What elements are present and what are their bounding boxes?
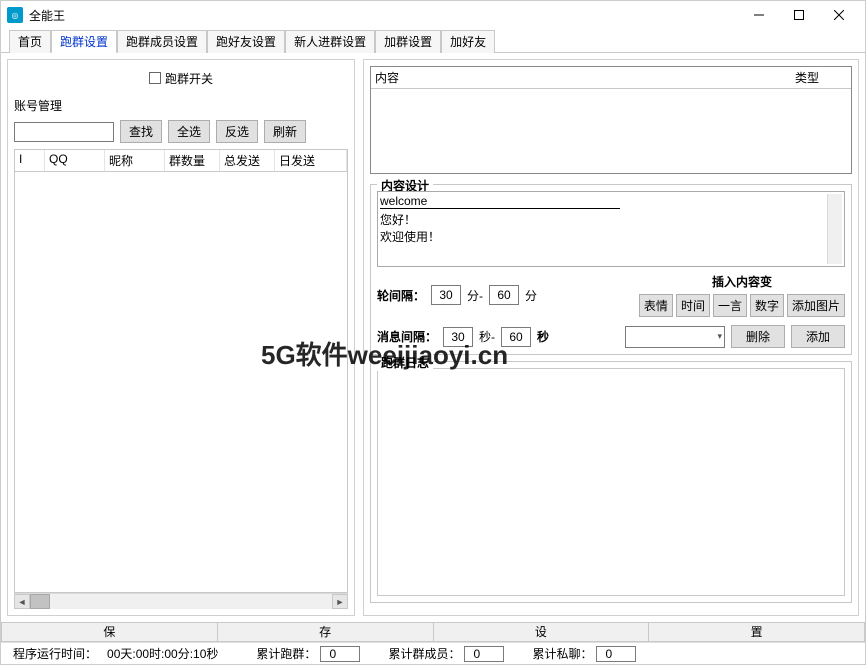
save-seg-1[interactable]: 保 (1, 622, 217, 642)
run-group-value: 0 (320, 646, 360, 662)
account-table-header: I QQ 昵称 群数量 总发送 日发送 (14, 149, 348, 172)
save-seg-2[interactable]: 存 (217, 622, 433, 642)
find-button[interactable]: 查找 (120, 120, 162, 143)
save-seg-3[interactable]: 设 (433, 622, 649, 642)
content-settings-group: 内容设计 welcome 您好！ 欢迎使用！ 轮间隔： 分- 分 插入内容变 表… (370, 184, 852, 355)
tab-bar: 首页 跑群设置 跑群成员设置 跑好友设置 新人进群设置 加群设置 加好友 (1, 29, 865, 53)
insert-section: 插入内容变 表情 时间 一言 数字 添加图片 (639, 273, 845, 317)
add-button[interactable]: 添加 (791, 325, 845, 348)
minimize-button[interactable] (739, 1, 779, 29)
tab-run-group-settings[interactable]: 跑群设置 (51, 30, 117, 53)
tab-add-group-settings[interactable]: 加群设置 (375, 30, 441, 53)
priv-chat-label: 累计私聊： (532, 645, 592, 662)
tab-home[interactable]: 首页 (9, 30, 51, 53)
run-group-switch-label: 跑群开关 (165, 72, 213, 86)
refresh-button[interactable]: 刷新 (264, 120, 306, 143)
save-settings-bar[interactable]: 保 存 设 置 (1, 622, 865, 642)
app-icon: ◎ (7, 7, 23, 23)
save-seg-4[interactable]: 置 (648, 622, 865, 642)
chevron-down-icon: ▾ (717, 331, 722, 342)
run-log-title: 跑群日志 (377, 354, 433, 371)
insert-quote-button[interactable]: 一言 (713, 294, 747, 317)
interval-row: 轮间隔： 分- 分 插入内容变 表情 时间 一言 数字 添加图片 (377, 273, 845, 317)
account-search-input[interactable] (14, 122, 114, 142)
close-button[interactable] (819, 1, 859, 29)
content-list: 内容 类型 (370, 66, 852, 174)
runtime-label: 程序运行时间： (7, 645, 103, 662)
group-member-value: 0 (464, 646, 504, 662)
maximize-button[interactable] (779, 1, 819, 29)
group-member-label: 累计群成员： (388, 645, 460, 662)
tab-run-group-member-settings[interactable]: 跑群成员设置 (117, 30, 207, 53)
delete-button[interactable]: 删除 (731, 325, 785, 348)
insert-time-button[interactable]: 时间 (676, 294, 710, 317)
insert-number-button[interactable]: 数字 (750, 294, 784, 317)
msg-interval-sec2[interactable] (501, 327, 531, 347)
col-index[interactable]: I (15, 150, 45, 171)
invert-select-button[interactable]: 反选 (216, 120, 258, 143)
status-bar: 程序运行时间： 00天:00时:00分:10秒 累计跑群： 0 累计群成员： 0… (1, 642, 865, 664)
col-type[interactable]: 类型 (791, 67, 851, 88)
select-all-button[interactable]: 全选 (168, 120, 210, 143)
content-body-text[interactable]: 您好！ 欢迎使用！ (380, 211, 827, 245)
scroll-left-icon[interactable]: ◄ (14, 594, 30, 609)
round-interval-min2[interactable] (489, 285, 519, 305)
left-panel: 跑群开关 账号管理 查找 全选 反选 刷新 I QQ 昵称 群数量 总发送 日发… (7, 59, 355, 616)
msg-interval-sec1[interactable] (443, 327, 473, 347)
col-group-count[interactable]: 群数量 (165, 150, 220, 171)
col-nickname[interactable]: 昵称 (105, 150, 165, 171)
msg-interval-label: 消息间隔： (377, 328, 437, 345)
main-content: 5G软件weeijiaoyi.cn 跑群开关 账号管理 查找 全选 反选 刷新 … (1, 53, 865, 622)
round-interval-label: 轮间隔： (377, 287, 425, 304)
titlebar: ◎ 全能王 (1, 1, 865, 29)
account-table-body[interactable] (14, 172, 348, 593)
insert-title: 插入内容变 (639, 273, 845, 290)
scroll-thumb[interactable] (30, 594, 50, 609)
window-title: 全能王 (29, 7, 65, 24)
col-qq[interactable]: QQ (45, 150, 105, 171)
checkbox-icon (149, 72, 161, 84)
round-interval-min1[interactable] (431, 285, 461, 305)
run-log-area[interactable] (377, 368, 845, 596)
content-vscroll[interactable] (827, 194, 842, 264)
msg-interval-row: 消息间隔： 秒- 秒 ▾ 删除 添加 (377, 325, 845, 348)
tab-add-friend[interactable]: 加好友 (441, 30, 495, 53)
scroll-right-icon[interactable]: ► (332, 594, 348, 609)
account-mgmt-label: 账号管理 (14, 97, 348, 114)
content-title-input[interactable]: welcome (380, 194, 620, 209)
priv-chat-value: 0 (596, 646, 636, 662)
tab-new-member-settings[interactable]: 新人进群设置 (285, 30, 375, 53)
col-daily-sent[interactable]: 日发送 (275, 150, 347, 171)
content-list-body[interactable] (371, 89, 851, 173)
run-log-group: 跑群日志 (370, 361, 852, 603)
insert-emoji-button[interactable]: 表情 (639, 294, 673, 317)
col-content[interactable]: 内容 (371, 67, 791, 88)
content-select-dropdown[interactable]: ▾ (625, 326, 725, 348)
col-total-sent[interactable]: 总发送 (220, 150, 275, 171)
horizontal-scrollbar[interactable]: ◄ ► (14, 593, 348, 609)
insert-image-button[interactable]: 添加图片 (787, 294, 845, 317)
right-panel: 内容 类型 内容设计 welcome 您好！ 欢迎使用！ 轮间隔： 分- 分 (363, 59, 859, 616)
run-group-switch[interactable]: 跑群开关 (149, 70, 213, 86)
run-group-label: 累计跑群： (256, 645, 316, 662)
tab-run-friend-settings[interactable]: 跑好友设置 (207, 30, 285, 53)
runtime-value: 00天:00时:00分:10秒 (107, 645, 218, 662)
